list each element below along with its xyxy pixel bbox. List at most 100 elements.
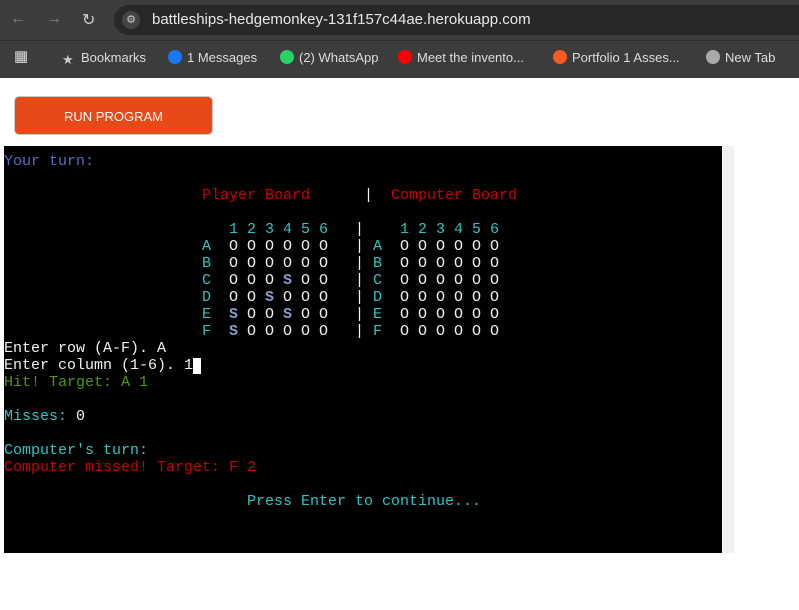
computer-cell: O bbox=[400, 289, 410, 306]
player-cell: O bbox=[319, 306, 329, 323]
player-cell: O bbox=[265, 255, 275, 272]
text-cursor bbox=[193, 358, 201, 374]
row-label: D bbox=[202, 289, 212, 306]
bookmark-item[interactable]: Meet the invento... bbox=[398, 50, 524, 65]
row-label: A bbox=[373, 238, 383, 255]
board-divider: | bbox=[355, 323, 365, 340]
enter-col-prompt: Enter column (1-6). 1 bbox=[4, 357, 194, 374]
computer-cell: O bbox=[400, 323, 410, 340]
whatsapp-icon bbox=[280, 50, 294, 64]
column-label: 6 bbox=[319, 221, 329, 238]
computer-cell: O bbox=[490, 238, 500, 255]
player-cell: S bbox=[283, 272, 293, 289]
facebook-icon bbox=[168, 50, 182, 64]
site-settings-icon[interactable]: ⚙ bbox=[122, 11, 140, 29]
bookmark-item[interactable]: 1 Messages bbox=[168, 50, 257, 65]
row-label: D bbox=[373, 289, 383, 306]
row-label: F bbox=[373, 323, 383, 340]
back-icon[interactable]: ← bbox=[10, 10, 26, 28]
board-divider: | bbox=[355, 272, 365, 289]
column-label: 5 bbox=[301, 221, 311, 238]
computer-cell: O bbox=[400, 255, 410, 272]
bookmark-label: (2) WhatsApp bbox=[299, 50, 379, 65]
player-cell: O bbox=[247, 272, 257, 289]
column-label: 3 bbox=[436, 221, 446, 238]
terminal-scrollbar[interactable] bbox=[722, 146, 734, 553]
apps-icon[interactable]: ▦ bbox=[14, 47, 28, 65]
youtube-icon bbox=[398, 50, 412, 64]
computer-cell: O bbox=[472, 272, 482, 289]
row-label: F bbox=[202, 323, 212, 340]
computer-cell: O bbox=[436, 289, 446, 306]
computer-cell: O bbox=[454, 238, 464, 255]
board-divider: | bbox=[355, 255, 365, 272]
computer-cell: O bbox=[418, 323, 428, 340]
row-label: B bbox=[202, 255, 212, 272]
board-divider: | bbox=[364, 187, 374, 204]
computer-cell: O bbox=[490, 323, 500, 340]
player-cell: S bbox=[283, 306, 293, 323]
player-cell: O bbox=[229, 238, 239, 255]
computer-missed-message: Computer missed! Target: F 2 bbox=[4, 459, 257, 476]
computer-cell: O bbox=[400, 238, 410, 255]
bookmark-item[interactable]: (2) WhatsApp bbox=[280, 50, 378, 65]
run-program-button[interactable]: RUN PROGRAM bbox=[14, 96, 213, 135]
bookmark-label: Meet the invento... bbox=[417, 50, 524, 65]
computer-cell: O bbox=[472, 255, 482, 272]
terminal[interactable]: Your turn: Player Board | Computer Board 1 1 2… bbox=[4, 146, 722, 553]
computer-cell: O bbox=[454, 289, 464, 306]
row-label: B bbox=[373, 255, 383, 272]
forward-icon[interactable]: → bbox=[46, 10, 62, 28]
player-cell: O bbox=[247, 255, 257, 272]
bookmark-item[interactable]: New Tab bbox=[706, 50, 775, 65]
player-cell: O bbox=[319, 289, 329, 306]
player-cell: O bbox=[283, 323, 293, 340]
computer-cell: O bbox=[454, 255, 464, 272]
player-cell: S bbox=[265, 289, 275, 306]
row-label: C bbox=[202, 272, 212, 289]
computer-cell: O bbox=[472, 289, 482, 306]
bookmark-label: Bookmarks bbox=[81, 50, 147, 65]
reload-icon[interactable]: ↻ bbox=[82, 10, 95, 30]
player-cell: O bbox=[319, 323, 329, 340]
row-label: C bbox=[373, 272, 383, 289]
player-cell: O bbox=[301, 289, 311, 306]
board-divider: | bbox=[355, 221, 365, 238]
url-text: battleships-hedgemonkey-131f157c44ae.her… bbox=[152, 11, 531, 28]
enter-row-prompt: Enter row (A-F). A bbox=[4, 340, 167, 357]
player-cell: O bbox=[265, 238, 275, 255]
player-cell: O bbox=[265, 306, 275, 323]
column-label: 1 bbox=[229, 221, 239, 238]
player-board-title: Player Board bbox=[202, 187, 311, 204]
bookmark-item[interactable]: Portfolio 1 Asses... bbox=[553, 50, 680, 65]
player-cell: O bbox=[247, 289, 257, 306]
computer-cell: O bbox=[490, 289, 500, 306]
player-cell: O bbox=[301, 255, 311, 272]
computer-cell: O bbox=[418, 255, 428, 272]
computer-cell: O bbox=[436, 323, 446, 340]
computer-cell: O bbox=[490, 255, 500, 272]
computer-turn-text: Computer's turn: bbox=[4, 442, 149, 459]
address-bar[interactable]: ⚙ battleships-hedgemonkey-131f157c44ae.h… bbox=[114, 5, 799, 35]
computer-cell: O bbox=[400, 306, 410, 323]
player-cell: O bbox=[229, 289, 239, 306]
press-enter-prompt: Press Enter to continue... bbox=[247, 493, 482, 510]
computer-board-title: Computer Board bbox=[391, 187, 518, 204]
player-cell: O bbox=[283, 289, 293, 306]
board-divider: | bbox=[355, 238, 365, 255]
bookmark-label: 1 Messages bbox=[187, 50, 258, 65]
row-label: E bbox=[202, 306, 212, 323]
player-cell: O bbox=[283, 255, 293, 272]
player-cell: O bbox=[283, 238, 293, 255]
bookmark-item[interactable]: ★ Bookmarks bbox=[62, 50, 146, 67]
player-cell: O bbox=[247, 323, 257, 340]
computer-cell: O bbox=[418, 238, 428, 255]
player-cell: O bbox=[319, 255, 329, 272]
board-divider: | bbox=[355, 306, 365, 323]
bookmark-label: Portfolio 1 Asses... bbox=[572, 50, 680, 65]
computer-cell: O bbox=[472, 323, 482, 340]
computer-cell: O bbox=[472, 306, 482, 323]
computer-cell: O bbox=[454, 306, 464, 323]
player-cell: O bbox=[265, 323, 275, 340]
column-label: 6 bbox=[490, 221, 500, 238]
